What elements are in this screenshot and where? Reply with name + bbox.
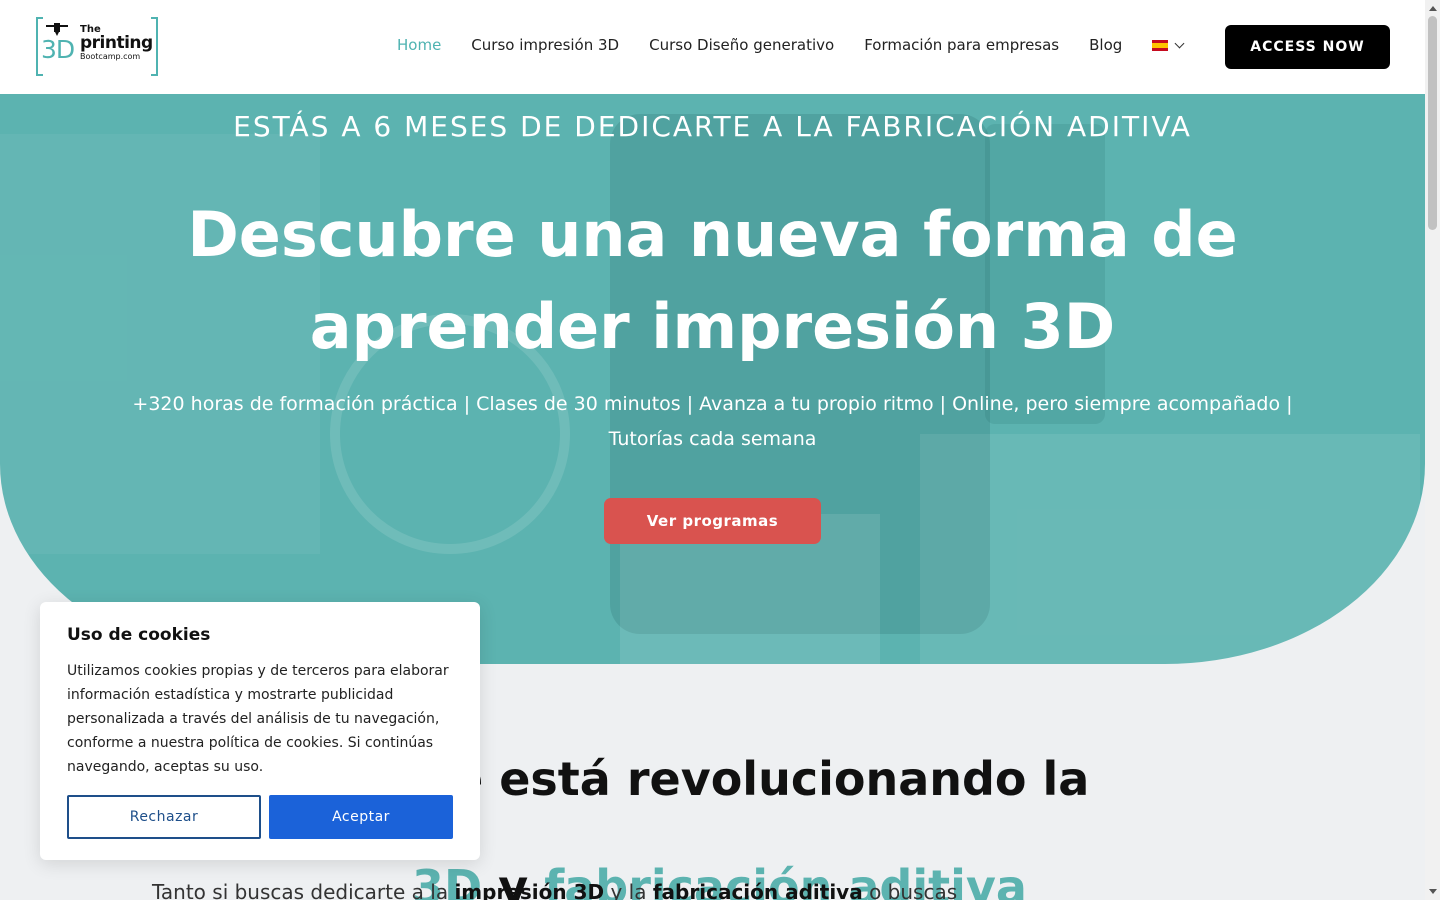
language-selector[interactable]	[1152, 38, 1185, 51]
hero-subtitle: +320 horas de formación práctica | Clase…	[100, 387, 1325, 457]
hero-title-line-2: aprender impresión 3D	[309, 290, 1116, 363]
scroll-up-arrow-icon[interactable]	[1429, 6, 1437, 11]
access-now-button[interactable]: ACCESS NOW	[1225, 25, 1390, 69]
hero-title: Descubre una nueva forma de aprender imp…	[0, 189, 1425, 373]
nav-home[interactable]: Home	[397, 36, 441, 54]
chevron-down-icon	[1174, 38, 1185, 48]
accept-cookies-button[interactable]: Aceptar	[269, 795, 453, 839]
hero-title-line-1: Descubre una nueva forma de	[187, 198, 1238, 271]
page-scrollbar[interactable]	[1425, 0, 1440, 900]
logo-text-bootcamp: Bootcamp.com	[80, 52, 141, 61]
hero-subtitle-line-1: +320 horas de formación práctica | Clase…	[132, 393, 1293, 415]
section-text-bold: impresión 3D	[454, 880, 605, 900]
logo-text-printing: printing	[80, 33, 153, 53]
section-text-bold: fabricación aditiva	[652, 880, 863, 900]
scroll-down-arrow-icon[interactable]	[1429, 889, 1437, 894]
scrollbar-thumb[interactable]	[1428, 16, 1437, 230]
nav-curso-diseno-generativo[interactable]: Curso Diseño generativo	[649, 36, 834, 54]
section-text-part: Tanto si buscas dedicarte a la	[152, 880, 455, 900]
cookie-text: Utilizamos cookies propias y de terceros…	[67, 663, 449, 775]
nav-formacion-empresas[interactable]: Formación para empresas	[864, 36, 1059, 54]
nav-blog[interactable]: Blog	[1089, 36, 1122, 54]
logo-text-3d: 3D	[41, 35, 75, 64]
section-text-part: o buscas	[862, 880, 958, 900]
section-intro-text: Tanto si buscas dedicarte a la impresión…	[152, 880, 957, 900]
site-header: The 3D printing Bootcamp.com Home Curso …	[0, 0, 1425, 94]
cookie-banner: Uso de cookies Utilizamos cookies propia…	[40, 602, 480, 860]
ver-programas-button[interactable]: Ver programas	[604, 498, 821, 544]
section-text-part: y la	[604, 880, 653, 900]
hero-subtitle-line-2: Tutorías cada semana	[608, 428, 817, 450]
spain-flag-icon	[1152, 39, 1169, 51]
hero-background-print-bed	[920, 434, 1420, 664]
hero-eyebrow: ESTÁS A 6 MESES DE DEDICARTE A LA FABRIC…	[233, 110, 1192, 143]
site-logo[interactable]: The 3D printing Bootcamp.com	[36, 17, 158, 77]
nav-curso-impresion-3d[interactable]: Curso impresión 3D	[471, 36, 619, 54]
cookie-title: Uso de cookies	[67, 625, 211, 645]
main-nav: Home Curso impresión 3D Curso Diseño gen…	[397, 36, 1185, 54]
reject-cookies-button[interactable]: Rechazar	[67, 795, 261, 839]
hero-section: ESTÁS A 6 MESES DE DEDICARTE A LA FABRIC…	[0, 94, 1425, 664]
